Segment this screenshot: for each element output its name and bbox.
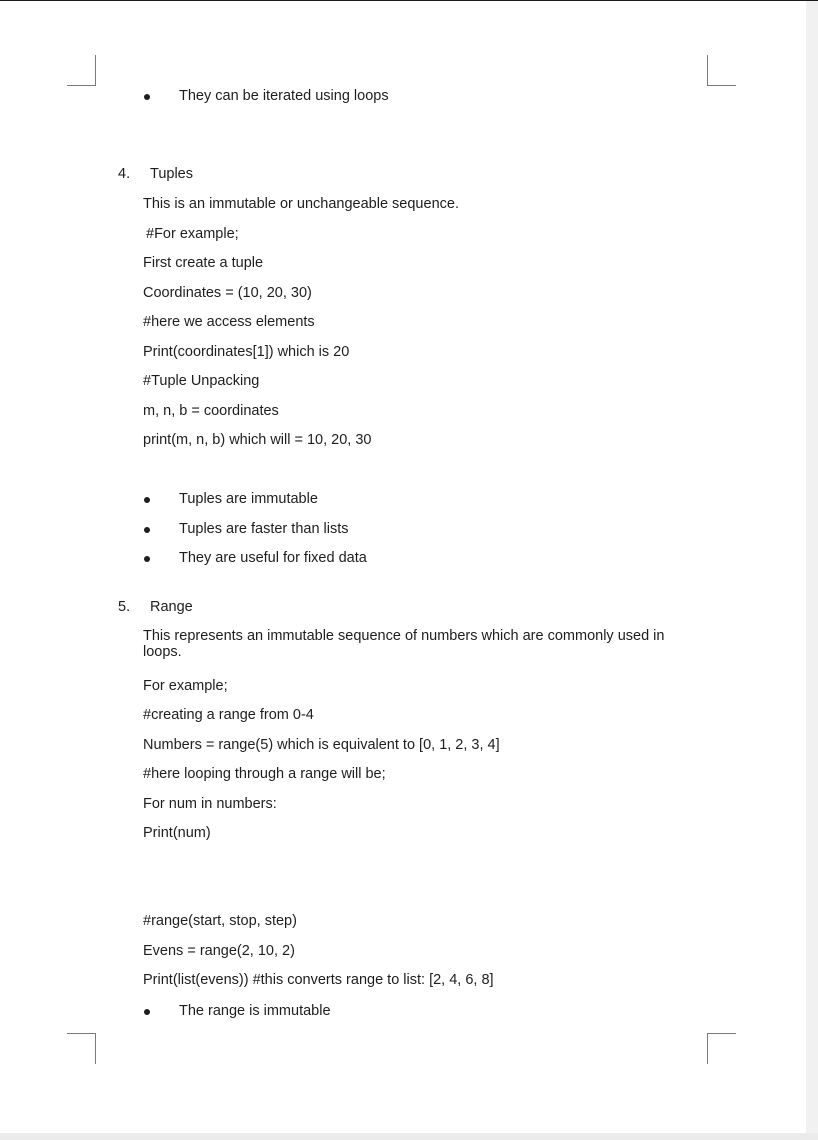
body-line: For example; xyxy=(143,678,228,694)
section-number: 5. xyxy=(118,599,131,615)
code-line: Coordinates = (10, 20, 30) xyxy=(143,285,312,301)
code-line: For num in numbers: xyxy=(143,796,277,812)
body-line: First create a tuple xyxy=(143,255,264,271)
section-number: 4. xyxy=(118,166,131,182)
code-line: #here we access elements xyxy=(143,314,315,330)
code-line: #creating a range from 0-4 xyxy=(143,707,314,723)
bullet-text: They can be iterated using loops xyxy=(179,88,389,104)
section-heading: Range xyxy=(150,599,193,615)
bullet-text: Tuples are immutable xyxy=(179,491,318,507)
code-line: Print(coordinates[1]) which is 20 xyxy=(143,344,350,360)
code-line: #here looping through a range will be; xyxy=(143,766,386,782)
code-line: Numbers = range(5) which is equivalent t… xyxy=(143,737,500,753)
code-line: Evens = range(2, 10, 2) xyxy=(143,943,295,959)
bullet-text: They are useful for fixed data xyxy=(179,550,367,566)
code-line: Print(num) xyxy=(143,825,211,841)
bullet-text: Tuples are faster than lists xyxy=(179,521,349,537)
scrollbar-track[interactable] xyxy=(806,1,818,1133)
crop-mark-top-right xyxy=(707,55,736,86)
body-line: This is an immutable or unchangeable seq… xyxy=(143,196,459,212)
code-line: #range(start, stop, step) xyxy=(143,913,297,929)
page-gap xyxy=(0,1133,818,1140)
section-heading: Tuples xyxy=(150,166,193,182)
code-line: print(m, n, b) which will = 10, 20, 30 xyxy=(143,432,372,448)
bullet-text: The range is immutable xyxy=(179,1003,331,1019)
code-line: #Tuple Unpacking xyxy=(143,373,260,389)
crop-mark-top-left xyxy=(67,55,96,86)
code-line: m, n, b = coordinates xyxy=(143,403,279,419)
crop-mark-bottom-left xyxy=(67,1033,96,1064)
crop-mark-bottom-right xyxy=(707,1033,736,1064)
code-line: Print(list(evens)) #this converts range … xyxy=(143,972,494,988)
paragraph: This represents an immutable sequence of… xyxy=(143,628,665,660)
body-line: #For example; xyxy=(146,226,239,242)
